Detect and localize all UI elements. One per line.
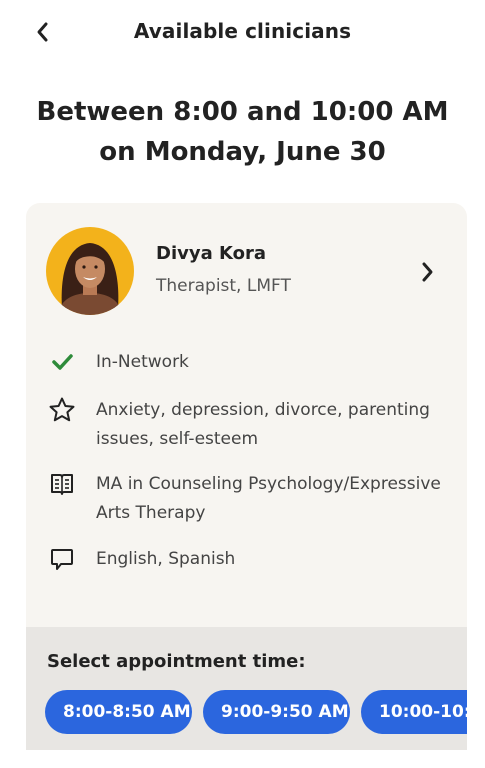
star-icon: [48, 396, 76, 424]
page-title: Available clinicians: [133, 19, 352, 43]
time-slot-button[interactable]: 9:00-9:50 AM: [203, 690, 350, 734]
book-icon: [48, 470, 76, 498]
availability-heading: Between 8:00 and 10:00 AM on Monday, Jun…: [20, 92, 465, 172]
time-slot-list: 8:00-8:50 AM 9:00-9:50 AM 10:00-10:50 AM: [45, 690, 467, 736]
avatar: [46, 227, 134, 315]
heading-line-1: Between 8:00 and 10:00 AM: [36, 97, 449, 127]
languages-text: English, Spanish: [96, 549, 236, 569]
clinician-title: Therapist, LMFT: [156, 276, 291, 296]
specialties-text: Anxiety, depression, divorce, parenting …: [96, 400, 430, 449]
clinician-card: Divya Kora Therapist, LMFT In-Network An…: [26, 203, 467, 750]
appointment-time-section: Select appointment time: 8:00-8:50 AM 9:…: [26, 627, 467, 750]
chevron-right-icon: [420, 260, 436, 288]
clinician-name: Divya Kora: [156, 243, 267, 264]
top-bar: Available clinicians: [0, 0, 485, 66]
time-slot-button[interactable]: 8:00-8:50 AM: [45, 690, 192, 734]
heading-line-2: on Monday, June 30: [99, 137, 386, 167]
time-slot-button[interactable]: 10:00-10:50 AM: [361, 690, 467, 734]
speech-bubble-icon: [48, 545, 76, 573]
appointment-time-label: Select appointment time:: [47, 651, 306, 672]
education-text: MA in Counseling Psychology/Expressive A…: [96, 474, 441, 523]
clinician-profile-link[interactable]: Divya Kora Therapist, LMFT: [26, 203, 467, 323]
check-icon: [48, 348, 76, 376]
network-status: In-Network: [96, 352, 189, 372]
